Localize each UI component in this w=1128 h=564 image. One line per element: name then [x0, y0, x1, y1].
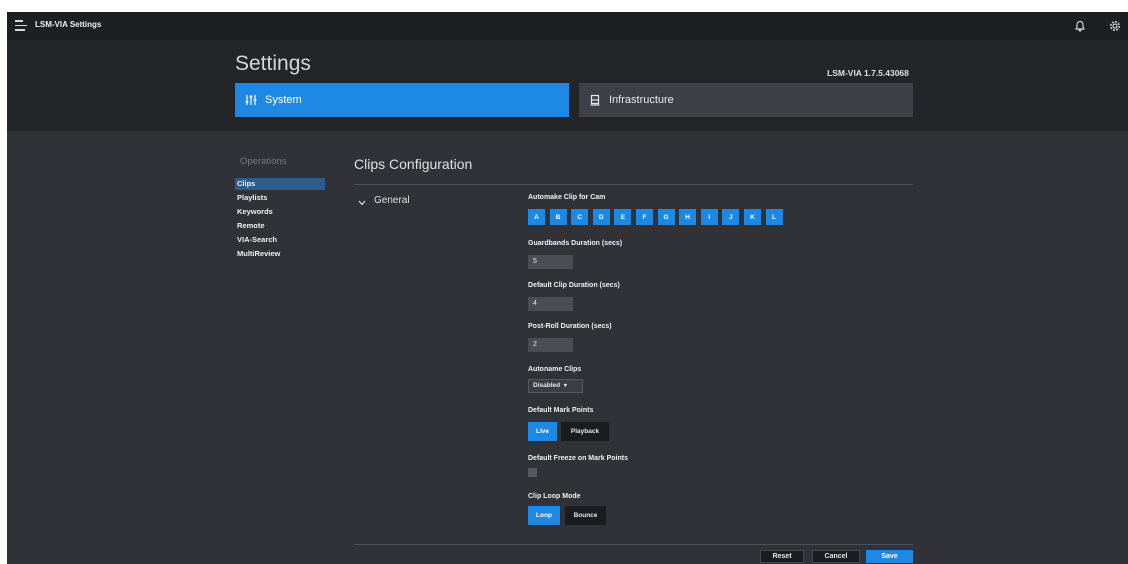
- cam-button-i[interactable]: I: [700, 209, 718, 225]
- cam-button-d[interactable]: D: [592, 209, 610, 225]
- tab-infrastructure[interactable]: Infrastructure: [579, 83, 913, 117]
- section-title: Clips Configuration: [354, 156, 473, 172]
- automake-label: Automake Clip for Cam: [528, 194, 606, 201]
- group-label: General: [374, 195, 410, 206]
- sidebar-item-multireview[interactable]: MultiReview: [235, 248, 325, 260]
- footer-divider: [354, 544, 913, 545]
- cam-button-l[interactable]: L: [765, 209, 783, 225]
- cam-button-c[interactable]: C: [571, 209, 589, 225]
- menu-icon[interactable]: [15, 20, 27, 31]
- app-window: LSM-VIA Settings Settings LSM-VIA 1.7.5.…: [7, 12, 1128, 564]
- cancel-button[interactable]: Cancel: [812, 550, 860, 563]
- tab-system-label: System: [265, 94, 302, 106]
- loop-mode-bounce[interactable]: Bounce: [565, 506, 606, 525]
- loop-mode-toggle: Loop Bounce: [528, 506, 606, 525]
- sidebar-item-clips[interactable]: Clips: [235, 178, 325, 190]
- caret-down-icon: ▾: [563, 383, 567, 389]
- loop-mode-loop[interactable]: Loop: [528, 506, 560, 525]
- cam-button-h[interactable]: H: [679, 209, 697, 225]
- autoname-select[interactable]: Disabled ▾: [528, 379, 583, 393]
- gear-icon[interactable]: [1108, 19, 1122, 33]
- bell-icon[interactable]: [1073, 19, 1087, 33]
- loop-mode-label: Clip Loop Mode: [528, 493, 581, 500]
- cam-button-a[interactable]: A: [528, 209, 545, 225]
- sidebar-heading: Operations: [240, 156, 287, 167]
- top-bar: LSM-VIA Settings: [7, 12, 1128, 40]
- reset-button[interactable]: Reset: [760, 550, 804, 563]
- sliders-icon: [245, 94, 257, 106]
- sidebar-item-keywords[interactable]: Keywords: [235, 206, 325, 218]
- guardbands-label: Guardbands Duration (secs): [528, 240, 623, 247]
- page-title: Settings: [235, 52, 311, 75]
- cam-button-f[interactable]: F: [635, 209, 653, 225]
- cam-button-k[interactable]: K: [743, 209, 761, 225]
- mark-points-playback[interactable]: Playback: [561, 422, 609, 441]
- save-button[interactable]: Save: [866, 550, 913, 563]
- version-label: LSM-VIA 1.7.5.43068: [827, 68, 909, 78]
- default-clip-input[interactable]: 4: [528, 297, 573, 311]
- cam-button-row: A B C D E F G H I J K L: [528, 209, 783, 225]
- server-icon: [589, 94, 601, 106]
- sidebar-item-playlists[interactable]: Playlists: [235, 192, 325, 204]
- default-clip-label: Default Clip Duration (secs): [528, 282, 620, 289]
- guardbands-input[interactable]: 5: [528, 255, 573, 269]
- post-roll-input[interactable]: 2: [528, 338, 573, 352]
- cam-button-b[interactable]: B: [549, 209, 567, 225]
- tab-infrastructure-label: Infrastructure: [609, 94, 674, 106]
- cam-button-j[interactable]: J: [722, 209, 740, 225]
- mark-points-toggle: Live Playback: [528, 422, 609, 441]
- freeze-checkbox[interactable]: [528, 468, 537, 477]
- chevron-down-icon: [358, 198, 366, 205]
- sidebar-item-remote[interactable]: Remote: [235, 220, 325, 232]
- post-roll-label: Post-Roll Duration (secs): [528, 323, 612, 330]
- cam-button-g[interactable]: G: [657, 209, 675, 225]
- mark-points-label: Default Mark Points: [528, 407, 594, 414]
- freeze-label: Default Freeze on Mark Points: [528, 455, 628, 462]
- autoname-label: Autoname Clips: [528, 366, 582, 373]
- general-group-toggle[interactable]: General: [358, 195, 410, 206]
- cam-button-e[interactable]: E: [614, 209, 632, 225]
- divider: [354, 184, 913, 185]
- sidebar-item-via-search[interactable]: VIA-Search: [235, 234, 325, 246]
- tab-system[interactable]: System: [235, 83, 569, 117]
- page-header: Settings LSM-VIA 1.7.5.43068 System Infr…: [7, 40, 1128, 131]
- autoname-value: Disabled: [533, 382, 561, 389]
- mark-points-live[interactable]: Live: [528, 422, 557, 441]
- app-title: LSM-VIA Settings: [35, 20, 102, 29]
